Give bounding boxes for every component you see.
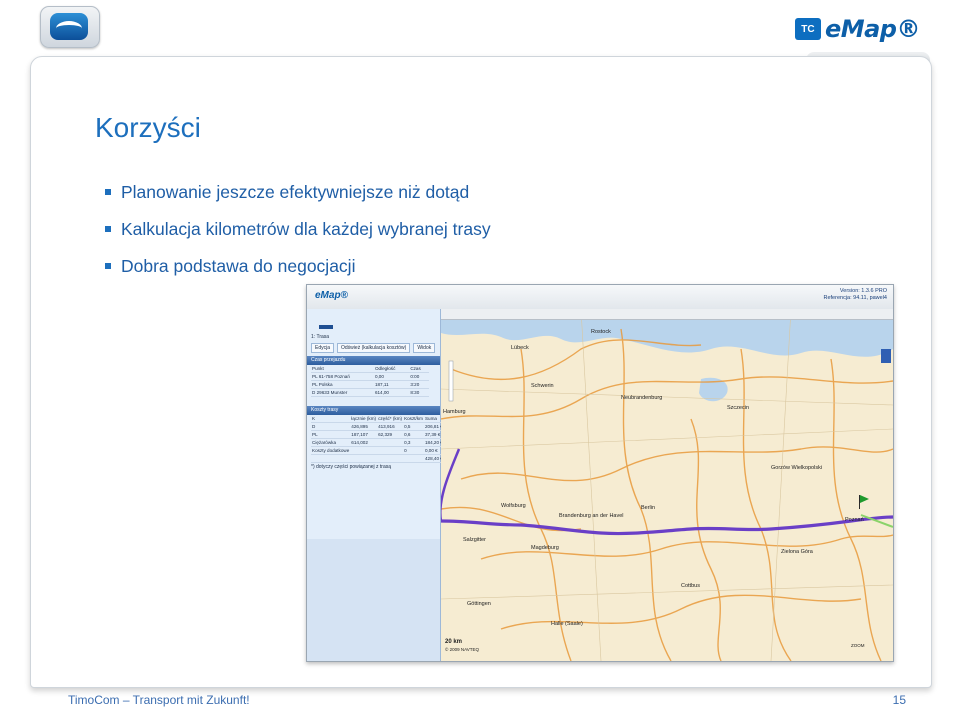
map-city-label: Neubrandenburg xyxy=(621,395,662,401)
view-button[interactable]: Widok xyxy=(413,343,436,353)
bullet-item: Planowanie jeszcze efektywniejsze niż do… xyxy=(105,180,491,217)
route-panel: 1: Trasa Edycja Odśwież (kalkulacja kosz… xyxy=(307,309,444,661)
bullet-square-icon xyxy=(105,226,111,232)
table-row[interactable]: D 29633 Munster 614,00 8:30 xyxy=(311,388,429,397)
map-city-label: Göttingen xyxy=(467,601,491,607)
map-city-label: Berlin xyxy=(641,505,655,511)
table-row: Ciężarówka 614,002 0,3 184,20 € xyxy=(311,438,444,447)
map-city-label: Halle (Saale) xyxy=(551,621,583,627)
extra-cost-input[interactable]: 0 xyxy=(403,446,424,455)
map-scale: 20 km xyxy=(445,639,462,645)
table-row: D 426,895 413,916 0,5 206,81 € xyxy=(311,422,444,431)
panel-empty-area xyxy=(307,539,440,661)
map-city-label: Lübeck xyxy=(511,345,529,351)
time-section-header: Czas przejazdu xyxy=(307,356,440,365)
bullet-square-icon xyxy=(105,263,111,269)
map-city-label: Hamburg xyxy=(443,409,466,415)
costs-table: K łącznie (km) część* (km) Koszt/km Suma… xyxy=(311,415,444,463)
version-info: Version: 1.3.6 PRO Referencja: 94.11, pa… xyxy=(823,288,888,301)
edit-button[interactable]: Edycja xyxy=(311,343,335,353)
table-row: PL 187,107 62,329 0,6 37,39 € xyxy=(311,430,444,439)
map-city-label: Rostock xyxy=(591,329,611,335)
emap-logo: TC eMap® xyxy=(794,14,921,44)
map-city-label: Schwerin xyxy=(531,383,554,389)
map-city-label: Szczecin xyxy=(727,405,749,411)
refresh-costs-button[interactable]: Odśwież (kalkulacja kosztów) xyxy=(337,343,411,353)
table-row[interactable]: PL 61-758 Poznań 0,00 0:00 xyxy=(311,372,429,381)
bullet-square-icon xyxy=(105,189,111,195)
emap-screenshot: eMap® Version: 1.3.6 PRO Referencja: 94.… xyxy=(306,284,894,662)
emap-logo-tc: TC xyxy=(794,18,821,40)
map-city-label: Brandenburg an der Havel xyxy=(559,513,624,519)
truck-cost-input[interactable]: 0,3 xyxy=(403,438,424,447)
emap-app-logo: eMap® xyxy=(315,290,348,301)
map-copyright: © 2009 NAVTEQ xyxy=(445,646,479,652)
map-zoom-ruler[interactable] xyxy=(441,309,893,320)
slide-title: Korzyści xyxy=(95,112,201,143)
footer-text: TimoCom – Transport mit Zukunft! xyxy=(68,693,250,707)
costs-note: *) dotyczy części powiązanej z trasą xyxy=(311,464,392,470)
route-tab[interactable] xyxy=(319,325,333,329)
map-city-label: Wolfsburg xyxy=(501,503,526,509)
map-city-label: Zielona Góra xyxy=(781,549,814,555)
map-city-label: Magdeburg xyxy=(531,545,559,551)
route-header: 1: Trasa xyxy=(311,334,330,340)
table-row: 428,40 € xyxy=(311,454,444,463)
bullet-list: Planowanie jeszcze efektywniejsze niż do… xyxy=(105,180,491,291)
table-row[interactable]: PL Polska 187,11 3:20 xyxy=(311,380,429,389)
cost-per-km-input[interactable]: 0,6 xyxy=(403,430,424,439)
bullet-item: Kalkulacja kilometrów dla każdej wybrane… xyxy=(105,217,491,254)
map-city-label: Poznań xyxy=(845,517,864,523)
emap-logo-word: eMap® xyxy=(824,15,921,43)
time-table: Punkt Odległość Czas PL 61-758 Poznań 0,… xyxy=(311,365,429,397)
route-map[interactable]: Rostock Lübeck Schwerin Neubrandenburg S… xyxy=(441,309,893,661)
map-city-label: Gorzów Wielkopolski xyxy=(771,465,822,471)
map-zoom-label[interactable]: ZOOM xyxy=(851,643,865,648)
timocom-logo xyxy=(40,6,100,48)
cost-per-km-input[interactable]: 0,5 xyxy=(403,422,424,431)
map-city-label: Cottbus xyxy=(681,583,700,589)
page-number: 15 xyxy=(892,693,906,707)
emap-app-header: eMap® Version: 1.3.6 PRO Referencja: 94.… xyxy=(307,285,893,310)
table-row: Koszty dodatkowe 0 0,00 € xyxy=(311,446,444,455)
costs-section-header: Koszty trasy xyxy=(307,406,440,415)
map-city-label: Salzgitter xyxy=(463,537,486,543)
